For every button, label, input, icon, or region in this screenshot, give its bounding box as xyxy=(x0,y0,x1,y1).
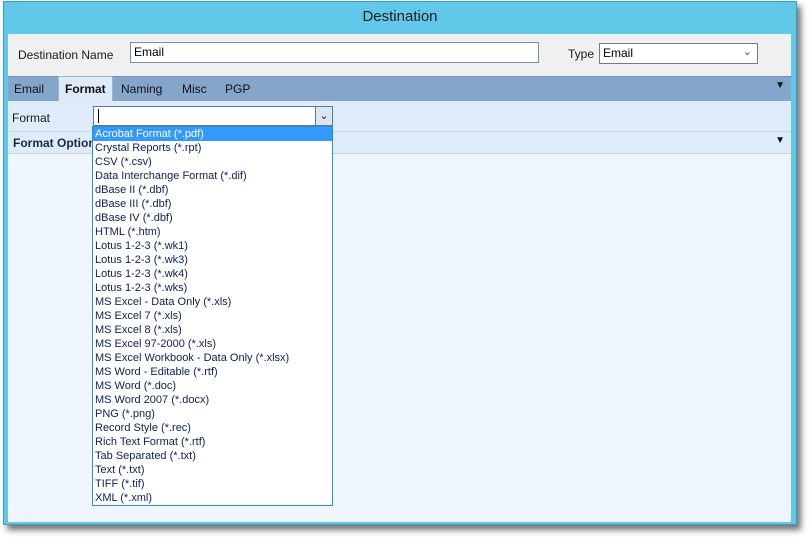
tab-menu-arrow-icon[interactable]: ▼ xyxy=(775,80,785,91)
format-options-title: Format Options xyxy=(13,136,103,150)
format-option[interactable]: dBase IV (*.dbf) xyxy=(93,211,332,225)
tab-naming[interactable]: Naming xyxy=(121,77,162,102)
options-menu-arrow-icon[interactable]: ▼ xyxy=(775,135,785,146)
type-select[interactable]: Email ⌄ xyxy=(599,43,758,64)
format-option[interactable]: MS Excel Workbook - Data Only (*.xlsx) xyxy=(93,351,332,365)
format-option[interactable]: HTML (*.htm) xyxy=(93,225,332,239)
chevron-down-icon: ⌄ xyxy=(742,46,752,58)
format-option[interactable]: Crystal Reports (*.rpt) xyxy=(93,141,332,155)
format-option[interactable]: MS Word - Editable (*.rtf) xyxy=(93,365,332,379)
format-option[interactable]: Lotus 1-2-3 (*.wk4) xyxy=(93,267,332,281)
format-option[interactable]: Lotus 1-2-3 (*.wk1) xyxy=(93,239,332,253)
destination-name-label: Destination Name xyxy=(18,48,114,62)
format-option[interactable]: XML (*.xml) xyxy=(93,491,332,505)
format-option[interactable]: Lotus 1-2-3 (*.wks) xyxy=(93,281,332,295)
format-option[interactable]: CSV (*.csv) xyxy=(93,155,332,169)
format-option[interactable]: Tab Separated (*.txt) xyxy=(93,449,332,463)
format-option[interactable]: MS Excel 8 (*.xls) xyxy=(93,323,332,337)
format-option[interactable]: MS Word (*.doc) xyxy=(93,379,332,393)
destination-name-input[interactable]: Email xyxy=(130,42,539,63)
text-caret xyxy=(98,109,99,123)
format-option[interactable]: Data Interchange Format (*.dif) xyxy=(93,169,332,183)
format-option[interactable]: Lotus 1-2-3 (*.wk3) xyxy=(93,253,332,267)
type-label: Type xyxy=(568,47,595,61)
format-option[interactable]: Record Style (*.rec) xyxy=(93,421,332,435)
format-option[interactable]: dBase III (*.dbf) xyxy=(93,197,332,211)
tab-bar: Email Format Naming Misc PGP ▼ xyxy=(8,76,791,102)
tab-email[interactable]: Email xyxy=(14,77,44,102)
tab-pgp[interactable]: PGP xyxy=(225,77,250,102)
divider xyxy=(338,125,728,126)
destination-header: Destination Name Email Type Email ⌄ xyxy=(8,34,791,76)
format-option[interactable]: MS Excel 7 (*.xls) xyxy=(93,309,332,323)
format-option[interactable]: TIFF (*.tif) xyxy=(93,477,332,491)
format-dropdown-list[interactable]: Acrobat Format (*.pdf) Crystal Reports (*… xyxy=(92,126,333,506)
format-option[interactable]: dBase II (*.dbf) xyxy=(93,183,332,197)
type-select-value: Email xyxy=(603,46,634,60)
format-option[interactable]: Acrobat Format (*.pdf) xyxy=(93,127,332,141)
format-option[interactable]: Text (*.txt) xyxy=(93,463,332,477)
format-option[interactable]: Rich Text Format (*.rtf) xyxy=(93,435,332,449)
format-dropdown-button[interactable]: ⌄ xyxy=(315,107,332,125)
tab-misc[interactable]: Misc xyxy=(182,77,207,102)
format-combobox[interactable]: ⌄ xyxy=(93,106,333,126)
tab-format[interactable]: Format xyxy=(58,76,113,102)
format-option[interactable]: MS Excel - Data Only (*.xls) xyxy=(93,295,332,309)
format-option[interactable]: MS Word 2007 (*.docx) xyxy=(93,393,332,407)
format-label: Format xyxy=(12,111,51,125)
window-title: Destination xyxy=(362,8,438,25)
format-option[interactable]: PNG (*.png) xyxy=(93,407,332,421)
format-option[interactable]: MS Excel 97-2000 (*.xls) xyxy=(93,337,332,351)
